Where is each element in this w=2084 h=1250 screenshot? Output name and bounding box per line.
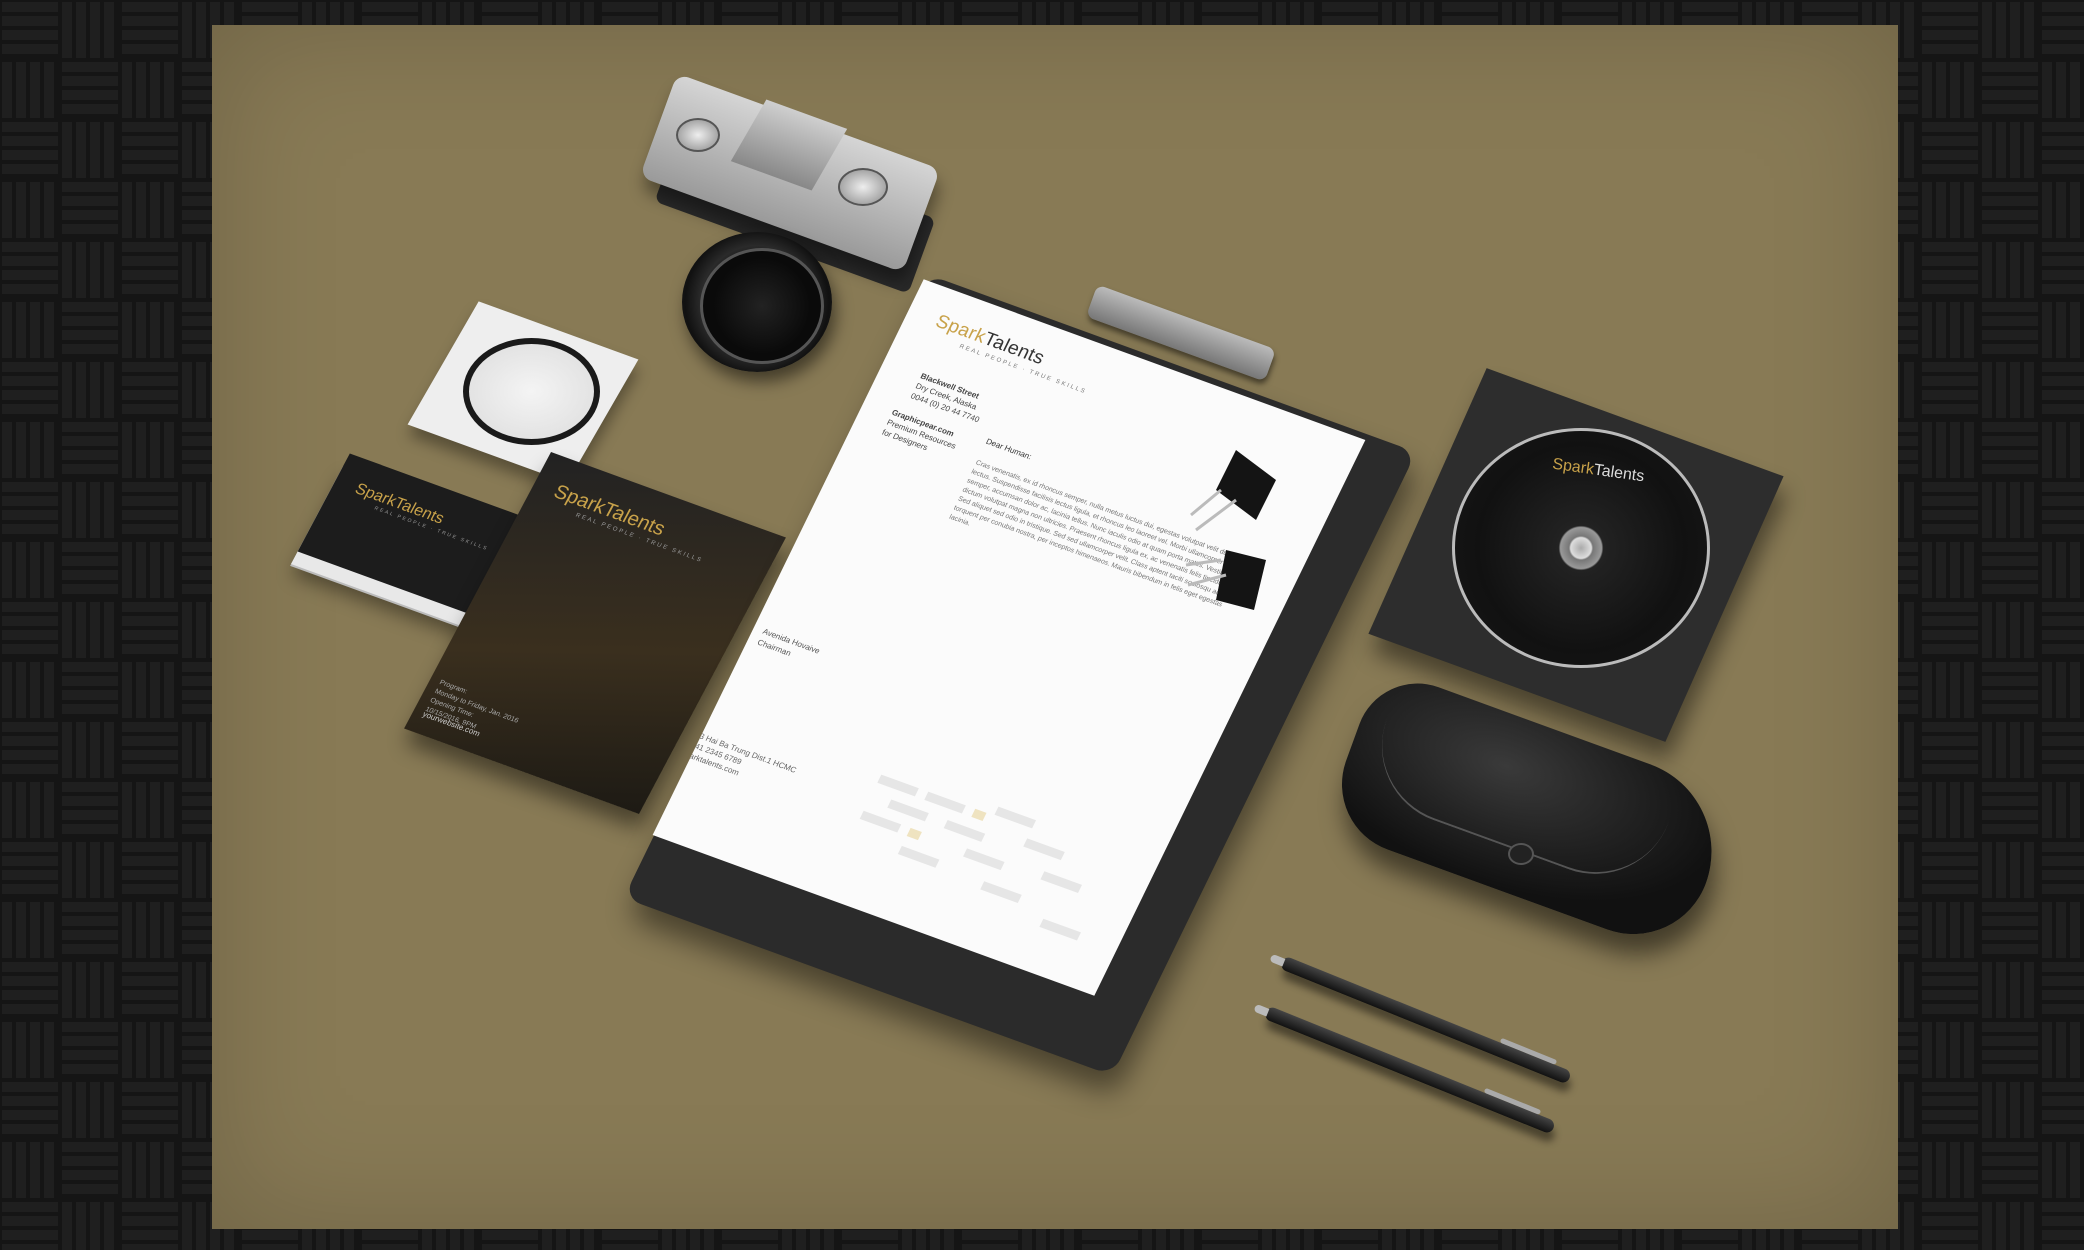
binder-clips <box>1185 450 1276 610</box>
camera-rewind-knob <box>838 168 888 206</box>
lens-filter-ring <box>463 338 600 445</box>
letter-greeting: Dear Human: <box>984 436 1034 462</box>
letter-signature: Avenida Hovaive Chairman <box>755 626 822 658</box>
glasses-case-snap <box>1508 843 1534 865</box>
camera-dial <box>676 118 720 152</box>
card-logo: SparkTalents <box>351 480 447 528</box>
brochure-logo: SparkTalents <box>549 480 669 541</box>
camera-lens-glass <box>700 248 824 364</box>
stationery-mockup-scene: SparkTalents REAL PEOPLE · TRUE SKILLS S… <box>0 0 2084 1250</box>
